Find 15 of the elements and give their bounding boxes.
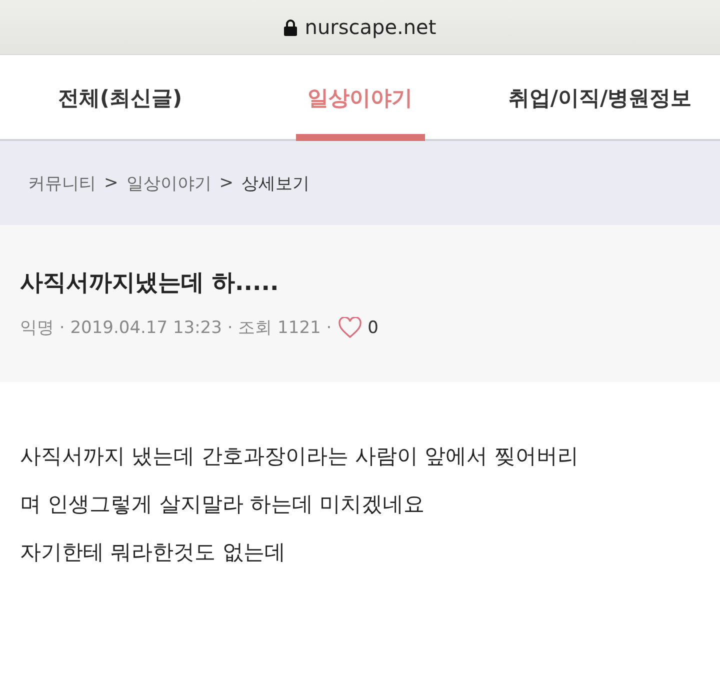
post-body-line: 며 인생그렇게 살지말라 하는데 미치겠네요 bbox=[20, 491, 426, 518]
post-title: 사직서까지냈는데 하..... bbox=[20, 269, 280, 298]
address-url[interactable]: nurscape.net bbox=[304, 15, 436, 39]
breadcrumb-link[interactable]: 커뮤니티 bbox=[28, 172, 96, 194]
breadcrumb-separator: > bbox=[219, 173, 234, 193]
post-meta: 익명 · 2019.04.17 13:23 · 조회 1121 · bbox=[20, 317, 332, 339]
category-tab[interactable]: 전체(최신글) bbox=[46, 55, 194, 141]
post-body-line: 사직서까지 냈는데 간호과장이라는 사람이 앞에서 찢어버리 bbox=[20, 443, 580, 470]
category-tab[interactable]: 취업/이직/병원정보 bbox=[496, 55, 704, 141]
breadcrumb-link[interactable]: 일상이야기 bbox=[126, 172, 212, 194]
breadcrumb-current: 상세보기 bbox=[242, 172, 310, 194]
post-body-line: 자기한테 뭐라한것도 없는데 bbox=[20, 539, 286, 566]
like-count: 0 bbox=[368, 318, 378, 338]
breadcrumb-separator: > bbox=[104, 173, 118, 193]
heart-icon[interactable] bbox=[338, 316, 362, 338]
